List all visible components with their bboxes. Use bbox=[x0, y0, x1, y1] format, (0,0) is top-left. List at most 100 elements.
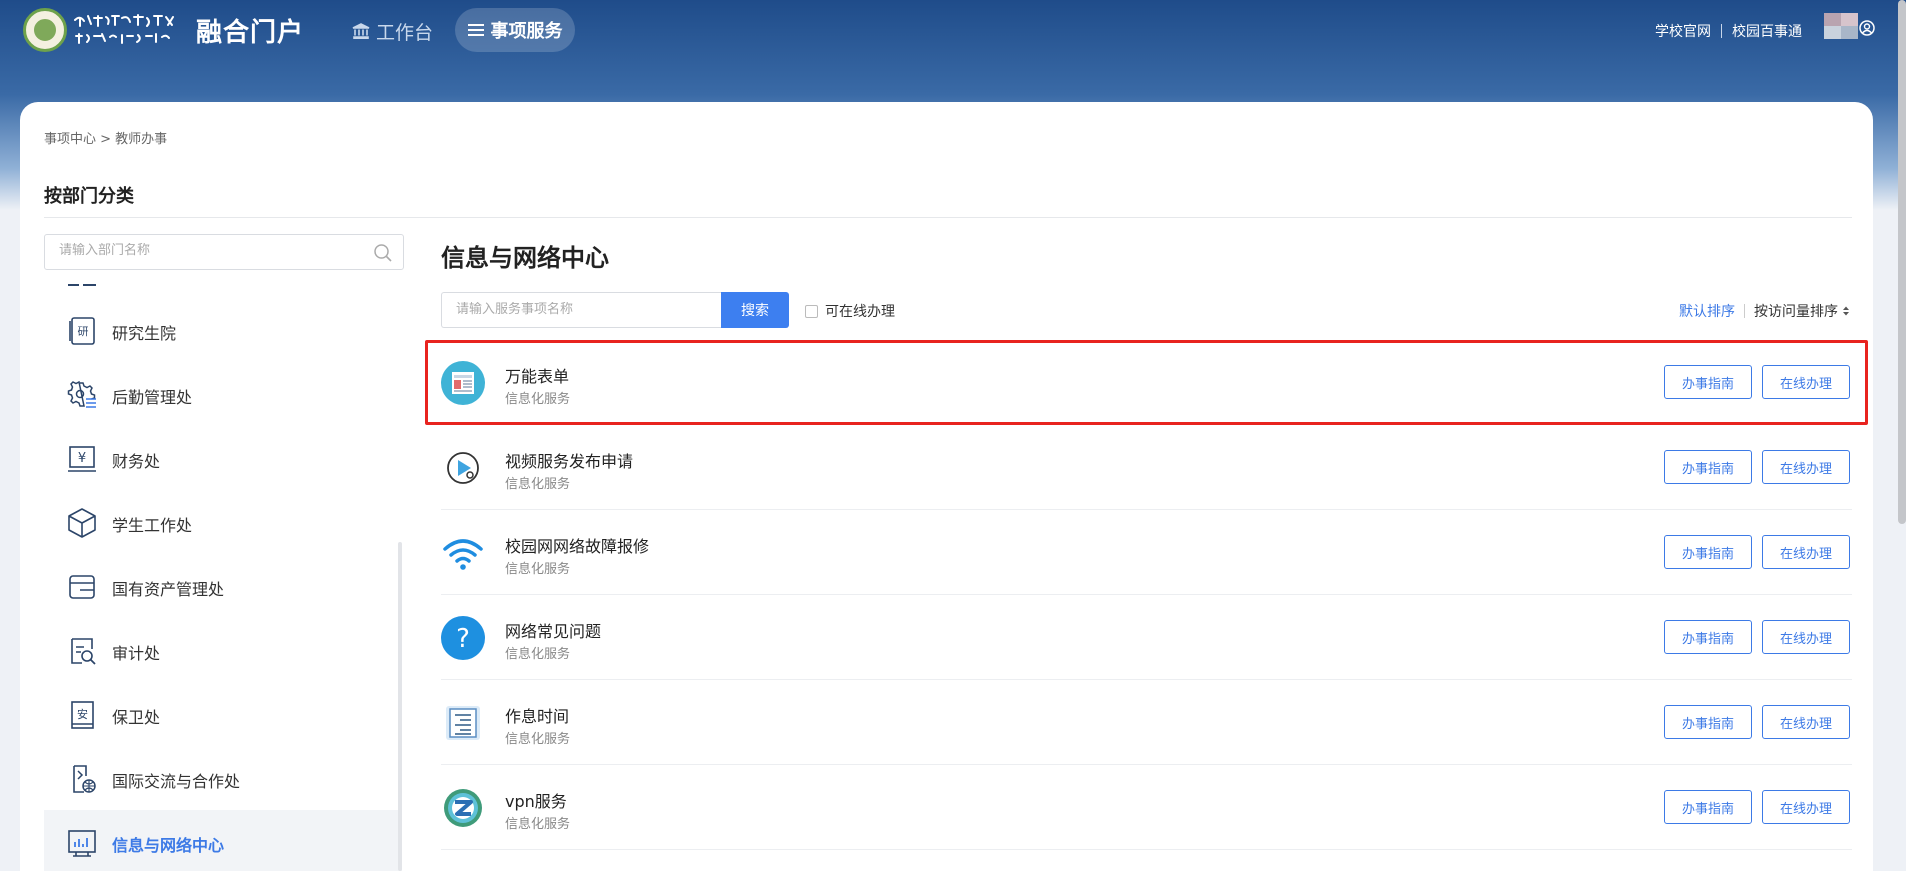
audit-search-icon bbox=[71, 638, 96, 665]
online-button[interactable]: 在线办理 bbox=[1762, 365, 1850, 399]
online-only-label: 可在线办理 bbox=[825, 304, 895, 320]
nav-service-label: 事项服务 bbox=[490, 21, 563, 42]
sort-arrows-icon bbox=[1843, 306, 1849, 316]
partial-icon bbox=[68, 284, 96, 286]
sidebar-item-label: 财务处 bbox=[112, 452, 161, 471]
header-links: 学校官网 校园百事通 bbox=[1655, 21, 1802, 41]
university-name-logo bbox=[74, 14, 174, 44]
school-website-link[interactable]: 学校官网 bbox=[1655, 21, 1711, 41]
section-title: 按部门分类 bbox=[44, 186, 134, 207]
sidebar-item-asset-management[interactable]: 国有资产管理处 bbox=[44, 554, 402, 618]
svg-text:?: ? bbox=[456, 624, 470, 654]
form-icon bbox=[441, 361, 485, 405]
page-scrollbar[interactable] bbox=[1898, 0, 1906, 524]
sort-default-link[interactable]: 默认排序 bbox=[1679, 301, 1735, 321]
finance-yuan-icon: ¥ bbox=[68, 446, 96, 472]
service-category: 信息化服务 bbox=[505, 817, 571, 832]
online-button[interactable]: 在线办理 bbox=[1762, 450, 1850, 484]
online-only-checkbox[interactable]: 可在线办理 bbox=[805, 301, 895, 321]
sidebar-item-label: 国有资产管理处 bbox=[112, 580, 225, 599]
video-play-icon bbox=[447, 452, 479, 484]
sidebar-item-logistics[interactable]: 后勤管理处 bbox=[44, 362, 402, 426]
sidebar-item-audit[interactable]: 审计处 bbox=[44, 618, 402, 682]
service-row[interactable]: 视频服务发布申请 信息化服务 办事指南 在线办理 bbox=[441, 425, 1852, 510]
nav-service[interactable]: 事项服务 bbox=[455, 8, 575, 52]
service-name[interactable]: vpn服务 bbox=[505, 788, 567, 812]
service-row[interactable]: 万能表单 信息化服务 办事指南 在线办理 bbox=[441, 340, 1852, 425]
sort-controls: 默认排序 按访问量排序 bbox=[1679, 301, 1850, 321]
service-category: 信息化服务 bbox=[505, 562, 571, 577]
service-name[interactable]: 万能表单 bbox=[505, 363, 569, 387]
online-button[interactable]: 在线办理 bbox=[1762, 790, 1850, 824]
service-category: 信息化服务 bbox=[505, 392, 571, 407]
search-button[interactable]: 搜索 bbox=[721, 292, 789, 328]
svg-text:¥: ¥ bbox=[78, 451, 86, 466]
breadcrumb[interactable]: 事项中心 > 教师办事 bbox=[44, 128, 167, 147]
search-icon[interactable] bbox=[373, 243, 393, 263]
logistics-gear-icon bbox=[67, 380, 96, 408]
nav-workbench-label: 工作台 bbox=[376, 21, 434, 44]
page-title: 信息与网络中心 bbox=[441, 244, 609, 272]
guide-button[interactable]: 办事指南 bbox=[1664, 790, 1752, 824]
service-category: 信息化服务 bbox=[505, 732, 571, 747]
nav-workbench[interactable]: 工作台 bbox=[352, 16, 433, 46]
checkbox-box[interactable] bbox=[805, 304, 818, 318]
campus-guide-link[interactable]: 校园百事通 bbox=[1732, 21, 1802, 41]
question-icon: ? bbox=[441, 616, 485, 660]
sidebar-item-student-affairs[interactable]: 学生工作处 bbox=[44, 490, 402, 554]
service-category: 信息化服务 bbox=[505, 647, 571, 662]
wifi-icon bbox=[443, 539, 483, 570]
online-button[interactable]: 在线办理 bbox=[1762, 705, 1850, 739]
network-chart-icon bbox=[68, 830, 96, 857]
menu-icon bbox=[467, 24, 484, 36]
avatar[interactable] bbox=[1824, 13, 1858, 39]
sidebar-item-label: 信息与网络中心 bbox=[112, 836, 225, 855]
sidebar-item-label: 审计处 bbox=[112, 644, 161, 663]
schedule-list-icon bbox=[446, 706, 480, 740]
asset-card-icon bbox=[69, 575, 95, 599]
portal-brand[interactable]: 融合门户 bbox=[196, 12, 304, 49]
service-search-box bbox=[441, 292, 721, 328]
service-category: 信息化服务 bbox=[505, 477, 571, 492]
service-row[interactable]: 校园网网络故障报修 信息化服务 办事指南 在线办理 bbox=[441, 510, 1852, 595]
security-book-icon: 安 bbox=[71, 701, 94, 729]
guide-button[interactable]: 办事指南 bbox=[1664, 365, 1752, 399]
guide-button[interactable]: 办事指南 bbox=[1664, 620, 1752, 654]
sidebar-scrollbar[interactable] bbox=[398, 542, 402, 871]
sidebar-item-label: 学生工作处 bbox=[112, 516, 193, 535]
link-divider bbox=[1721, 24, 1722, 38]
service-name[interactable]: 网络常见问题 bbox=[505, 618, 601, 642]
service-row[interactable]: 作息时间 信息化服务 办事指南 在线办理 bbox=[441, 680, 1852, 765]
online-button[interactable]: 在线办理 bbox=[1762, 620, 1850, 654]
dept-sidebar: 研 研究生院 后勤管理处 ¥ 财务处 学生工作处 国有资产管理处 审计处 安 保… bbox=[44, 278, 402, 871]
sort-by-visits[interactable]: 按访问量排序 bbox=[1754, 301, 1850, 321]
cube-icon bbox=[68, 508, 96, 538]
service-row[interactable]: ? 网络常见问题 信息化服务 办事指南 在线办理 bbox=[441, 595, 1852, 680]
service-row[interactable]: vpn服务 信息化服务 办事指南 在线办理 bbox=[441, 765, 1852, 850]
sidebar-item-finance[interactable]: ¥ 财务处 bbox=[44, 426, 402, 490]
svg-text:安: 安 bbox=[77, 707, 88, 721]
sidebar-item-label: 保卫处 bbox=[112, 708, 161, 727]
guide-button[interactable]: 办事指南 bbox=[1664, 705, 1752, 739]
guide-button[interactable]: 办事指南 bbox=[1664, 450, 1752, 484]
sidebar-item-label: 后勤管理处 bbox=[112, 388, 193, 407]
vpn-icon bbox=[444, 789, 482, 827]
graduate-school-icon: 研 bbox=[69, 317, 95, 345]
service-name[interactable]: 校园网网络故障报修 bbox=[505, 533, 649, 557]
service-search-input[interactable] bbox=[456, 302, 706, 317]
service-name[interactable]: 视频服务发布申请 bbox=[505, 448, 633, 472]
sidebar-item-graduate-school[interactable]: 研 研究生院 bbox=[44, 298, 402, 362]
dept-search-box bbox=[44, 234, 404, 270]
sidebar-item-network-center[interactable]: 信息与网络中心 bbox=[44, 810, 402, 871]
university-logo-icon[interactable] bbox=[23, 8, 67, 52]
dept-search-input[interactable] bbox=[59, 243, 359, 258]
sidebar-item-security[interactable]: 安 保卫处 bbox=[44, 682, 402, 746]
service-name[interactable]: 作息时间 bbox=[505, 703, 569, 727]
sidebar-item-label: 研究生院 bbox=[112, 324, 177, 343]
international-globe-icon bbox=[73, 765, 96, 793]
user-icon[interactable] bbox=[1859, 20, 1875, 36]
guide-button[interactable]: 办事指南 bbox=[1664, 535, 1752, 569]
online-button[interactable]: 在线办理 bbox=[1762, 535, 1850, 569]
svg-text:研: 研 bbox=[78, 325, 89, 338]
sidebar-item-international[interactable]: 国际交流与合作处 bbox=[44, 746, 402, 810]
